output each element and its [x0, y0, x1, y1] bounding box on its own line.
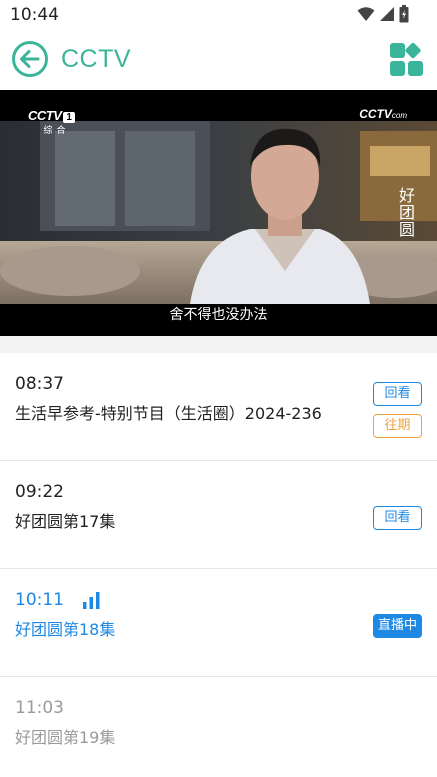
program-time: 09:22	[15, 482, 64, 502]
back-button[interactable]	[11, 40, 49, 78]
status-bar: 10:44	[0, 0, 437, 30]
channel-logo: CCTV 1 综合	[28, 107, 75, 136]
battery-icon	[399, 5, 409, 23]
cctv-watermark: CCTVcom	[359, 107, 407, 121]
program-title: 好团圆第19集	[15, 728, 116, 747]
video-player[interactable]: CCTV 1 综合 CCTVcom 好团圆 舍不得也没办法	[0, 90, 437, 336]
program-title: 好团圆第18集	[15, 620, 116, 639]
program-schedule-list: 08:37 生活早参考-特别节目（生活圈）2024-236 回看 往期 09:2…	[0, 353, 437, 777]
app-title: CCTV	[61, 45, 132, 73]
live-now-badge[interactable]: 直播中	[373, 614, 422, 638]
previous-episodes-button[interactable]: 往期	[373, 414, 422, 438]
video-subtitle: 舍不得也没办法	[169, 307, 268, 323]
app-bar: CCTV	[0, 30, 437, 90]
schedule-item-live[interactable]: 10:11 好团圆第18集 直播中	[0, 569, 437, 677]
program-time: 11:03	[15, 698, 64, 718]
section-divider	[0, 336, 437, 353]
program-time: 08:37	[15, 374, 64, 394]
program-title: 好团圆第17集	[15, 512, 116, 531]
program-title: 生活早参考-特别节目（生活圈）2024-236	[15, 404, 322, 423]
replay-button[interactable]: 回看	[373, 382, 422, 406]
status-icons	[357, 5, 409, 23]
wifi-icon	[357, 7, 375, 21]
live-signal-icon	[83, 592, 100, 609]
channel-grid-button[interactable]	[390, 42, 423, 76]
schedule-item[interactable]: 09:22 好团圆第17集 回看	[0, 461, 437, 569]
status-time: 10:44	[10, 5, 59, 25]
replay-button[interactable]: 回看	[373, 506, 422, 530]
grid-menu-icon	[390, 42, 423, 76]
schedule-item[interactable]: 08:37 生活早参考-特别节目（生活圈）2024-236 回看 往期	[0, 353, 437, 461]
show-logo: 好团圆	[398, 186, 415, 239]
schedule-item[interactable]: 11:03 好团圆第19集	[0, 677, 437, 777]
cellular-signal-icon	[380, 7, 394, 21]
program-time: 10:11	[15, 590, 64, 610]
back-arrow-icon	[12, 41, 48, 77]
